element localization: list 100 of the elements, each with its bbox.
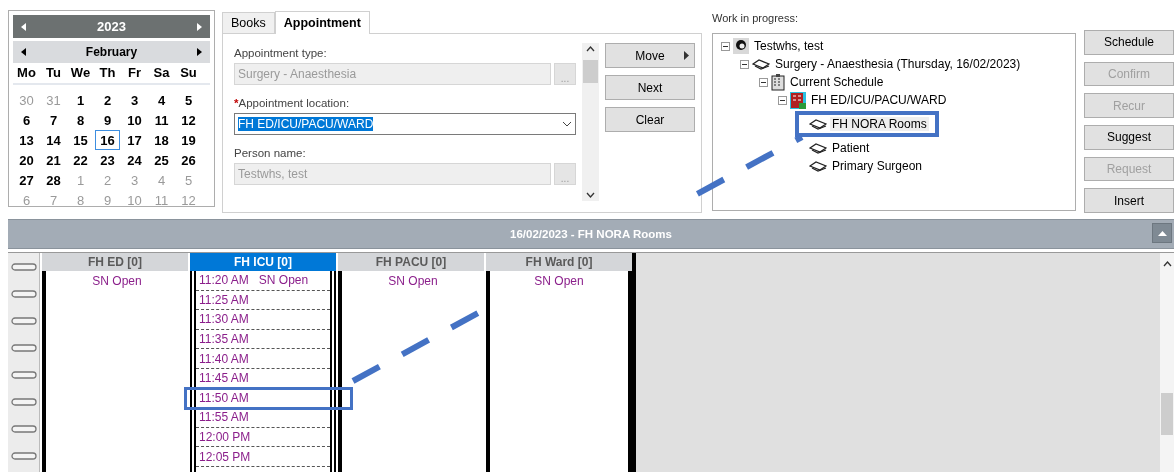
calendar-day[interactable]: 5 [176, 90, 201, 110]
calendar-day[interactable]: 21 [41, 150, 66, 170]
calendar-day[interactable]: 27 [14, 170, 39, 190]
time-slot[interactable]: 11:55 AM [196, 408, 330, 428]
calendar-day[interactable]: 22 [68, 150, 93, 170]
hospital-icon [790, 91, 806, 109]
calendar-day[interactable]: 17 [122, 130, 147, 150]
tree-item[interactable]: Surgery - Anaesthesia (Thursday, 16/02/2023) [773, 57, 1023, 71]
month-label: February [85, 45, 138, 59]
slot-time: 11:45 AM [199, 371, 249, 386]
scroll-thumb[interactable] [1161, 393, 1173, 435]
action-button[interactable]: Next [605, 75, 695, 100]
submenu-arrow-icon [684, 51, 689, 60]
column-header[interactable]: FH Ward [0] [486, 253, 632, 271]
weekday-label: Tu [45, 65, 62, 80]
calendar-day[interactable]: 25 [149, 150, 174, 170]
time-slot[interactable]: 11:50 AM [196, 388, 330, 409]
time-slot[interactable]: 11:30 AM [196, 310, 330, 330]
next-year-icon[interactable] [197, 22, 202, 31]
field-label: Appointment type: [234, 47, 328, 59]
calendar-day[interactable]: 28 [41, 170, 66, 190]
triangle-up-icon [1157, 230, 1167, 236]
weekday-label: Mo [16, 65, 37, 80]
book-icon [809, 118, 827, 130]
building-icon [771, 73, 785, 91]
time-slot[interactable]: 11:35 AM [196, 329, 330, 350]
scroll-thumb[interactable] [583, 60, 598, 83]
slot-time: 11:30 AM [199, 312, 249, 327]
time-slot[interactable]: 11:45 AM [196, 368, 330, 389]
book-icon [809, 160, 827, 172]
weekday-label: Fr [127, 65, 142, 80]
calendar-day[interactable]: 19 [176, 130, 201, 150]
person-icon [733, 38, 749, 54]
action-button[interactable]: Move [605, 43, 695, 68]
calendar-day[interactable]: 24 [122, 150, 147, 170]
tree-item[interactable]: Patient [830, 141, 872, 155]
time-slot[interactable]: 12:05 PM [196, 447, 330, 467]
chevron-down-icon [562, 121, 572, 127]
chevron-up-icon [1162, 261, 1172, 267]
next-month-icon[interactable] [197, 48, 202, 56]
column-header[interactable]: FH ICU [0] [190, 253, 336, 271]
column-header[interactable]: FH ED [0] [42, 253, 188, 271]
time-slot[interactable]: 11:20 AM SN Open [196, 271, 330, 291]
calendar-day[interactable]: 3 [122, 90, 147, 110]
calendar-day[interactable]: 12 [176, 110, 201, 130]
collapse-button[interactable] [1152, 223, 1172, 243]
action-button[interactable]: Suggest [1084, 125, 1174, 150]
book-icon [752, 58, 770, 70]
collapse-icon[interactable] [721, 41, 730, 51]
scrollbar[interactable] [1160, 253, 1174, 472]
column-header[interactable]: FH PACU [0] [338, 253, 484, 271]
weekday-label: Sa [152, 65, 171, 80]
tab[interactable]: Appointment [274, 11, 370, 34]
slot-time: 11:35 AM [199, 332, 249, 347]
tree-item[interactable]: FH ED/ICU/PACU/WARD [809, 93, 949, 107]
collapse-icon[interactable] [759, 77, 768, 87]
time-slot[interactable]: 12:00 PM [196, 427, 330, 448]
availability-note: SN Open [387, 274, 439, 288]
calendar-day[interactable]: 10 [122, 110, 147, 130]
calendar-day[interactable]: 9 [95, 110, 120, 130]
calendar-day[interactable]: 14 [41, 130, 66, 150]
tree-item[interactable]: FH NORA Rooms [830, 117, 929, 131]
slot-time: 12:05 PM [199, 449, 251, 464]
tree-item[interactable]: Current Schedule [788, 75, 886, 89]
book-icon [809, 142, 827, 154]
time-slot[interactable]: 11:25 AM [196, 290, 330, 311]
calendar-day[interactable]: 6 [14, 110, 39, 130]
calendar-day[interactable]: 8 [68, 110, 93, 130]
calendar-day[interactable]: 16 [95, 130, 120, 150]
calendar-day[interactable]: 7 [41, 110, 66, 130]
tree-item[interactable]: Testwhs, test [752, 39, 826, 53]
previous-year-icon[interactable] [21, 22, 26, 31]
slot-time: 11:20 AM [199, 273, 249, 288]
calendar-day[interactable]: 20 [14, 150, 39, 170]
previous-month-icon[interactable] [21, 48, 26, 56]
chevron-down-icon [586, 192, 595, 198]
time-slot[interactable]: 11:40 AM [196, 349, 330, 369]
location-dropdown[interactable]: FH ED/ICU/PACU/WARD [234, 113, 576, 135]
tab[interactable]: Books [222, 12, 275, 33]
chevron-up-icon [586, 46, 595, 52]
slot-time: 11:50 AM [199, 390, 249, 405]
tree-item[interactable]: Primary Surgeon [830, 159, 925, 173]
action-button[interactable]: Insert [1084, 188, 1174, 214]
slot-time: 11:55 AM [199, 410, 249, 425]
calendar-day[interactable]: 1 [68, 90, 93, 110]
calendar-day[interactable]: 18 [149, 130, 174, 150]
collapse-icon[interactable] [778, 95, 787, 105]
action-button[interactable]: Schedule [1084, 30, 1174, 55]
weekday-label: Th [98, 65, 117, 80]
calendar-day[interactable]: 2 [95, 90, 120, 110]
calendar-day[interactable]: 26 [176, 150, 201, 170]
calendar-day[interactable]: 23 [95, 150, 120, 170]
calendar-day[interactable]: 4 [149, 90, 174, 110]
collapse-icon[interactable] [740, 59, 749, 69]
scrollbar[interactable] [582, 43, 599, 201]
action-button[interactable]: Clear [605, 107, 695, 132]
calendar-day[interactable]: 15 [68, 130, 93, 150]
field-label: Person name: [234, 147, 307, 159]
calendar-day[interactable]: 13 [14, 130, 39, 150]
calendar-day[interactable]: 11 [149, 110, 174, 130]
